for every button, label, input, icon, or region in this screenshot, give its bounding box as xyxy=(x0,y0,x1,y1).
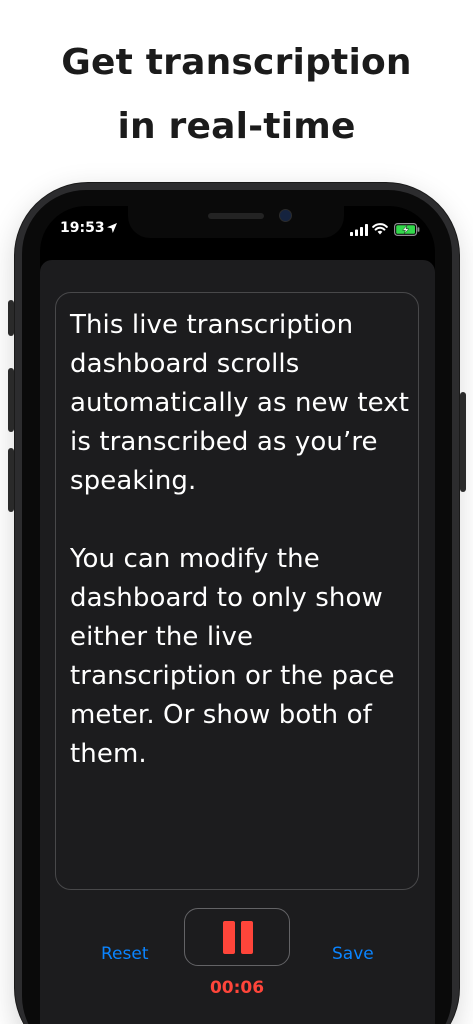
pause-icon-bar-right xyxy=(241,921,253,954)
earpiece-speaker xyxy=(208,213,264,219)
notch xyxy=(128,206,344,238)
location-arrow-icon xyxy=(107,223,117,233)
cellular-signal-icon xyxy=(350,224,368,236)
headline-line-2: in real-time xyxy=(117,106,356,147)
battery-charging-icon xyxy=(394,223,420,236)
live-transcription-text: This live transcription dashboard scroll… xyxy=(70,310,410,769)
power-button xyxy=(460,392,466,492)
recording-timer: 00:06 xyxy=(209,978,265,998)
save-button[interactable]: Save xyxy=(332,944,374,964)
front-camera xyxy=(279,209,292,222)
wifi-icon xyxy=(372,223,388,235)
headline-line-1: Get transcription xyxy=(61,42,412,83)
pause-button[interactable] xyxy=(184,908,290,966)
app-store-screenshot: Get transcription in real-time 19:53 Thi… xyxy=(0,0,473,1024)
status-time: 19:53 xyxy=(60,220,105,236)
pause-icon-bar-left xyxy=(223,921,235,954)
reset-button[interactable]: Reset xyxy=(101,944,149,964)
